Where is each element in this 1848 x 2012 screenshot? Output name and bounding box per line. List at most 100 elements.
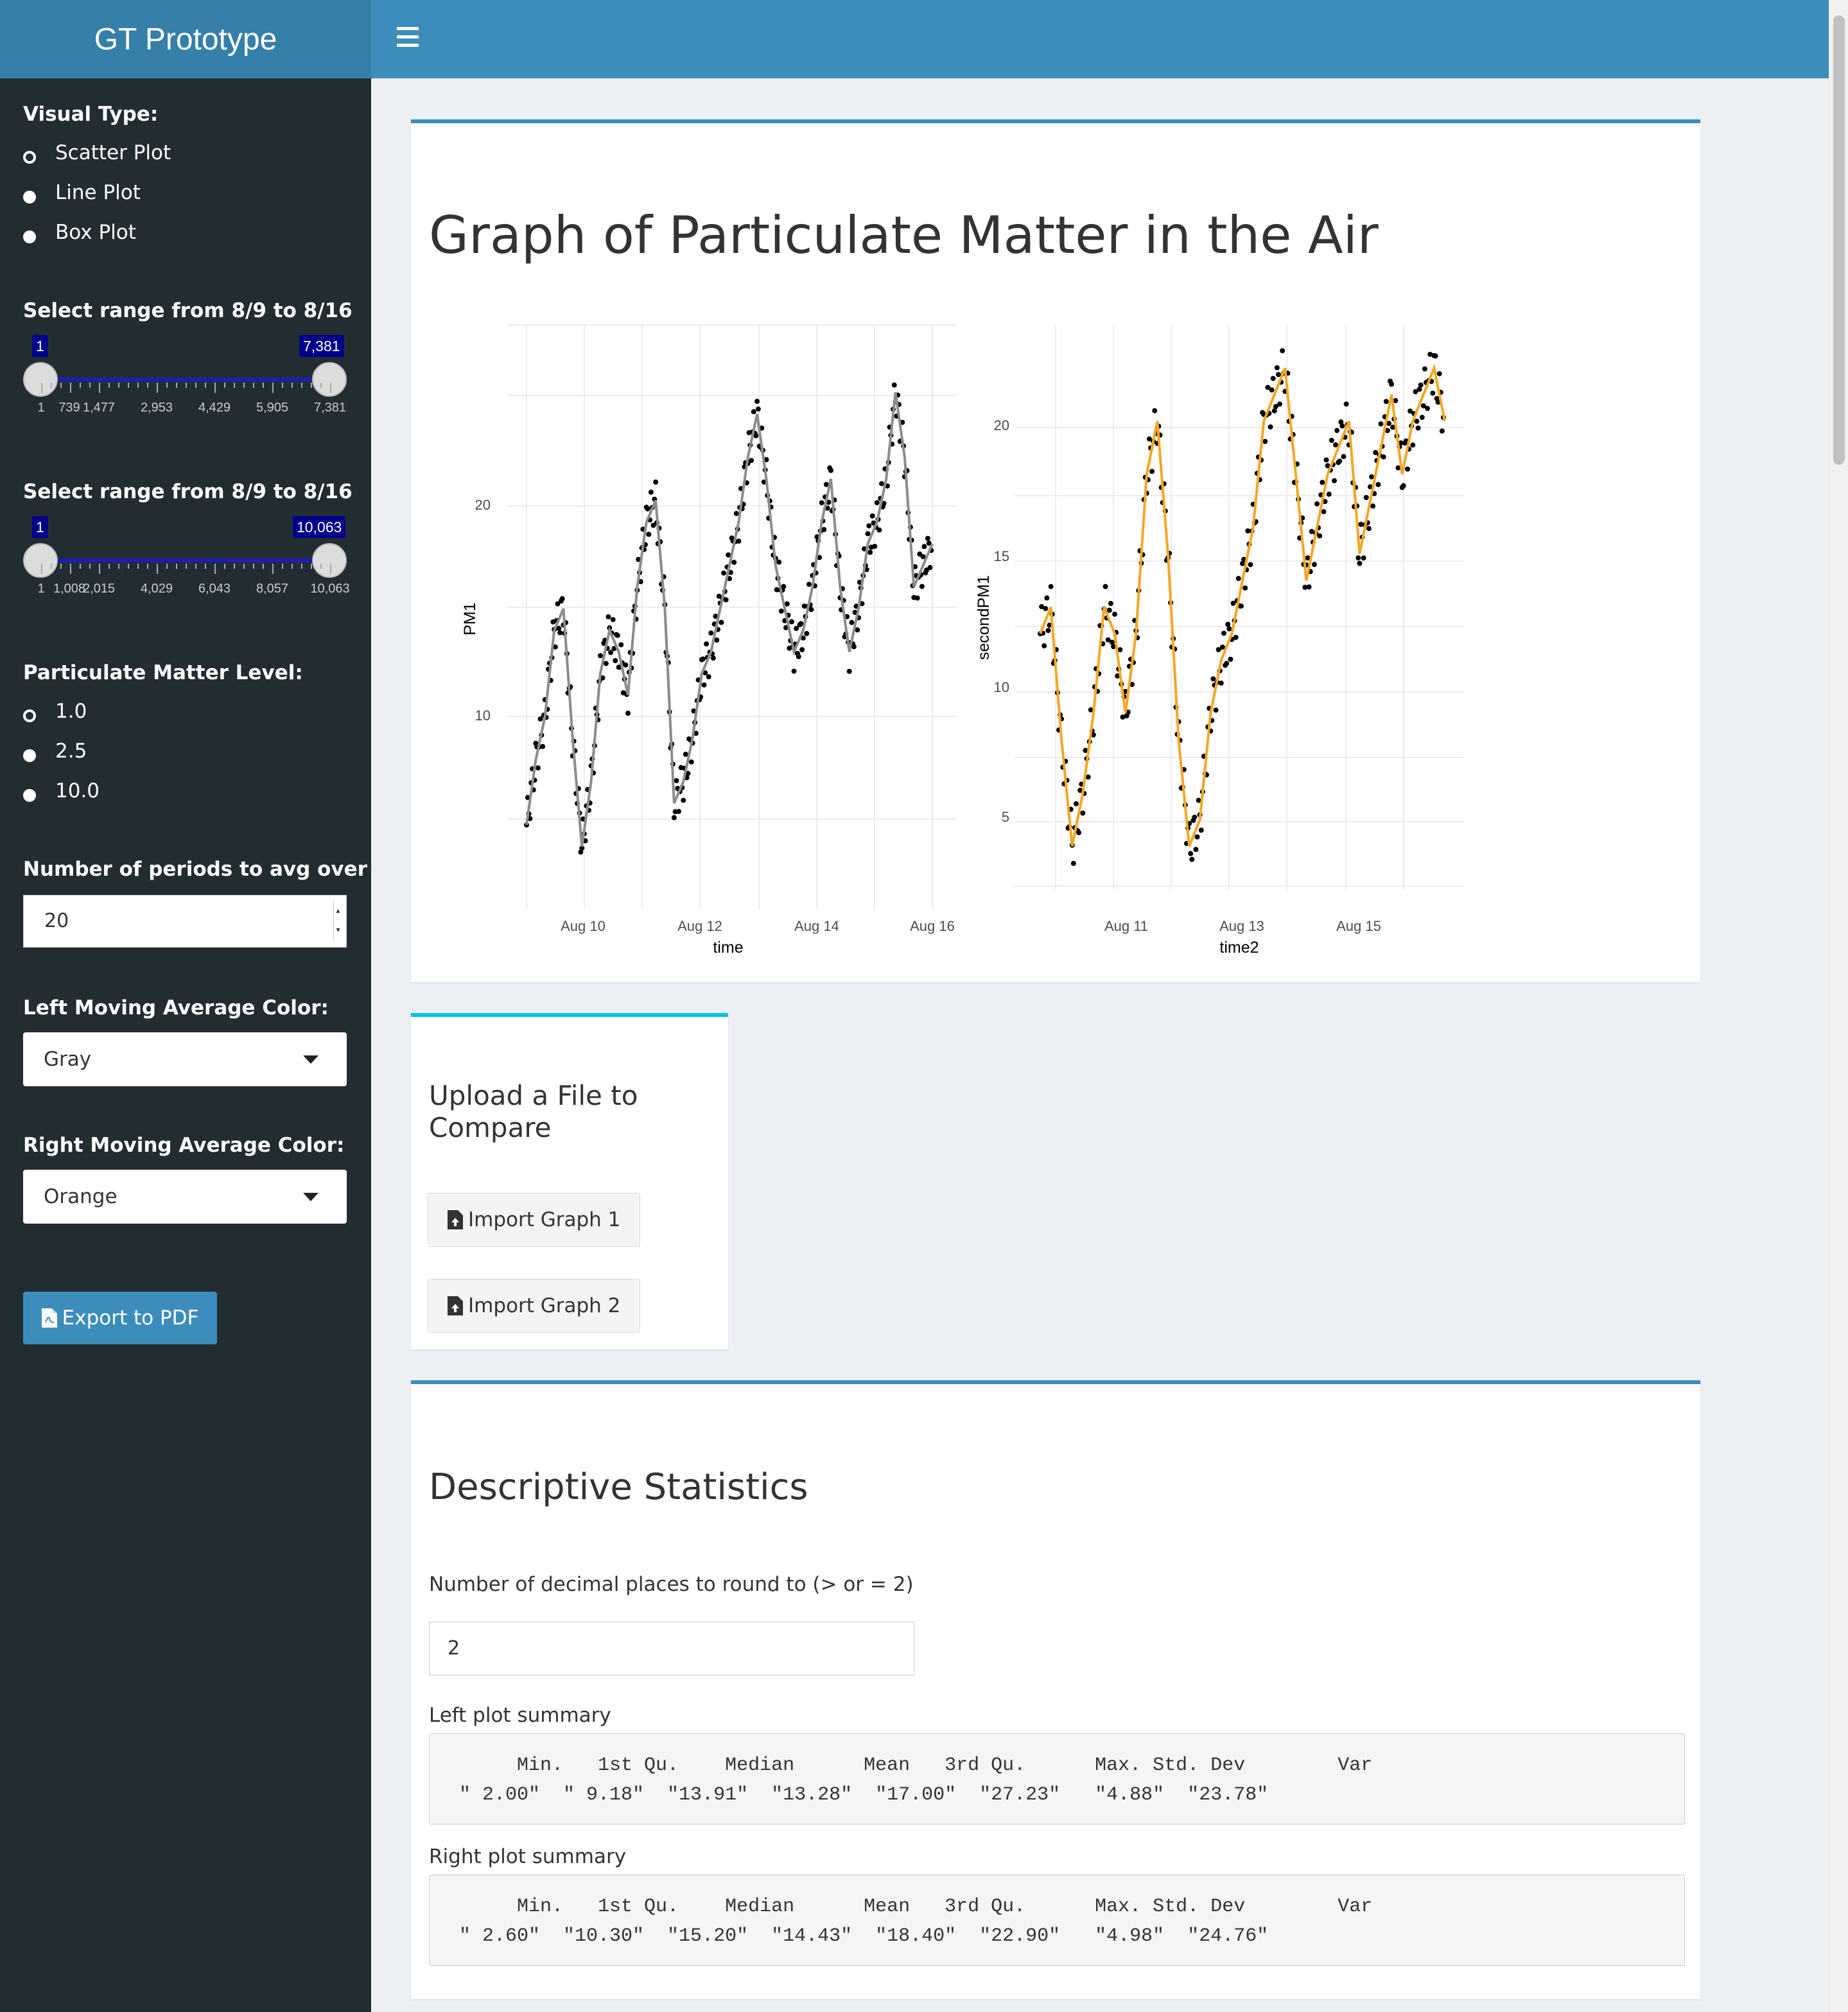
- scatter-point: [927, 565, 933, 571]
- scatter-point: [723, 597, 729, 603]
- scatter-point: [1334, 428, 1340, 433]
- scatter-point: [1149, 469, 1155, 474]
- import-graph-1-button[interactable]: Import Graph 1: [428, 1193, 641, 1247]
- scatter-point: [865, 531, 871, 537]
- scatter-point: [806, 582, 812, 587]
- range1-slider[interactable]: 1 7,381 1 739 1,477 2,953 4,429 5,905 7,…: [23, 335, 351, 425]
- scatter-point: [1357, 560, 1363, 566]
- scatter-point: [796, 654, 801, 659]
- visual-type-label: Visual Type:: [23, 103, 159, 126]
- scatter-point: [1400, 483, 1406, 489]
- import-graph-2-button[interactable]: Import Graph 2: [428, 1279, 641, 1333]
- scatter-point: [648, 489, 654, 495]
- scatter-point: [608, 650, 614, 655]
- scatter-point: [1106, 607, 1112, 613]
- slider-track[interactable]: [41, 559, 330, 562]
- left-xlabel: time: [713, 939, 743, 957]
- right-summary-header: Min. 1st Qu. Median Mean 3rd Qu. Max. St…: [459, 1896, 1373, 1918]
- scatter-point: [1280, 348, 1286, 354]
- scatter-point: [646, 532, 652, 537]
- radio-circle-icon[interactable]: [23, 709, 36, 722]
- radio-box-plot[interactable]: Box Plot: [23, 221, 136, 244]
- scatter-point: [623, 662, 629, 668]
- scatter-point: [1320, 480, 1325, 485]
- page-scrollbar[interactable]: [1829, 0, 1848, 2012]
- scatter-point: [1369, 474, 1375, 480]
- scatter-point: [1383, 399, 1389, 404]
- periods-input[interactable]: 20 ▴ ▾: [23, 895, 347, 948]
- upload-title: Upload a File to Compare: [429, 1080, 638, 1143]
- scatter-point: [876, 527, 882, 533]
- scatter-point: [851, 644, 857, 650]
- scatter-point: [1378, 421, 1384, 427]
- scatter-point: [606, 614, 611, 620]
- slider-tick-label: 1: [37, 401, 45, 415]
- scatter-point: [610, 617, 616, 623]
- scatter-point: [799, 646, 805, 652]
- slider-tick-label: 4,029: [140, 582, 173, 596]
- radio-circle-icon[interactable]: [23, 749, 36, 762]
- right-summary-output[interactable]: Min. 1st Qu. Median Mean 3rd Qu. Max. St…: [429, 1875, 1685, 1966]
- radio-pm-1-0[interactable]: 1.0: [23, 700, 87, 723]
- slider-tick-label: 6,043: [198, 582, 231, 596]
- radio-circle-icon[interactable]: [23, 151, 36, 164]
- scatter-point: [1210, 676, 1216, 682]
- radio-pm-10-0[interactable]: 10.0: [23, 779, 100, 802]
- scatter-point: [1073, 801, 1079, 807]
- file-upload-icon: [448, 1210, 463, 1229]
- scatter-point: [755, 406, 761, 412]
- scatter-point: [731, 559, 737, 565]
- scatter-point: [1277, 401, 1283, 407]
- radio-scatter-plot[interactable]: Scatter Plot: [23, 141, 171, 164]
- scatter-point: [535, 765, 541, 771]
- scatter-point: [1225, 621, 1231, 627]
- right-color-select[interactable]: Orange: [23, 1170, 347, 1224]
- scatter-point: [1323, 457, 1329, 463]
- slider-min-tag: 1: [32, 516, 48, 538]
- scatter-point: [1355, 555, 1361, 561]
- round-input[interactable]: 2: [429, 1622, 914, 1676]
- slider-tick-label: 2,953: [140, 401, 173, 415]
- scatter-point: [879, 481, 884, 487]
- scatter-point: [1043, 605, 1049, 611]
- left-color-select[interactable]: Gray: [23, 1032, 347, 1086]
- left-summary-output[interactable]: Min. 1st Qu. Median Mean 3rd Qu. Max. St…: [429, 1733, 1685, 1825]
- scrollbar-thumb[interactable]: [1833, 15, 1845, 465]
- app-brand[interactable]: GT Prototype: [0, 0, 371, 78]
- scatter-point: [849, 620, 855, 625]
- export-pdf-button[interactable]: Export to PDF: [23, 1292, 217, 1344]
- scatter-point: [736, 538, 742, 544]
- radio-pm-2-5[interactable]: 2.5: [23, 740, 87, 763]
- slider-max-tag: 10,063: [293, 516, 346, 538]
- right-ytick: 20: [994, 417, 1009, 433]
- export-pdf-label: Export to PDF: [62, 1306, 199, 1330]
- scatter-point: [891, 382, 897, 388]
- moving-average-line: [525, 392, 934, 847]
- scatter-point: [1192, 814, 1198, 820]
- scatter-point: [1269, 387, 1275, 393]
- radio-circle-icon[interactable]: [23, 789, 36, 802]
- scatter-point: [1213, 707, 1219, 713]
- stats-title: Descriptive Statistics: [429, 1466, 808, 1508]
- slider-tick-label: 1: [37, 582, 45, 596]
- slider-track[interactable]: [41, 377, 330, 381]
- scatter-point: [1188, 851, 1194, 856]
- scatter-point: [681, 797, 686, 803]
- scatter-point: [1238, 603, 1244, 609]
- periods-value: 20: [44, 910, 69, 932]
- hamburger-icon[interactable]: [397, 27, 419, 50]
- spinner-icon[interactable]: ▴ ▾: [333, 901, 342, 942]
- range2-slider[interactable]: 1 10,063 1 1,008 2,015 4,029 6,043 8,057…: [23, 516, 351, 606]
- scatter-point: [821, 526, 827, 532]
- right-ytick: 5: [1002, 809, 1009, 825]
- radio-circle-icon[interactable]: [23, 230, 36, 243]
- radio-circle-icon[interactable]: [23, 191, 36, 204]
- graph-box: Graph of Particulate Matter in the Air 2…: [411, 119, 1700, 982]
- scatter-point: [819, 500, 824, 506]
- scatter-point: [645, 506, 650, 512]
- left-plot-marks: [524, 382, 934, 855]
- radio-line-plot[interactable]: Line Plot: [23, 181, 141, 204]
- left-ylabel: PM1: [461, 602, 479, 635]
- scatter-point: [688, 759, 694, 765]
- scatter-point: [1221, 630, 1226, 636]
